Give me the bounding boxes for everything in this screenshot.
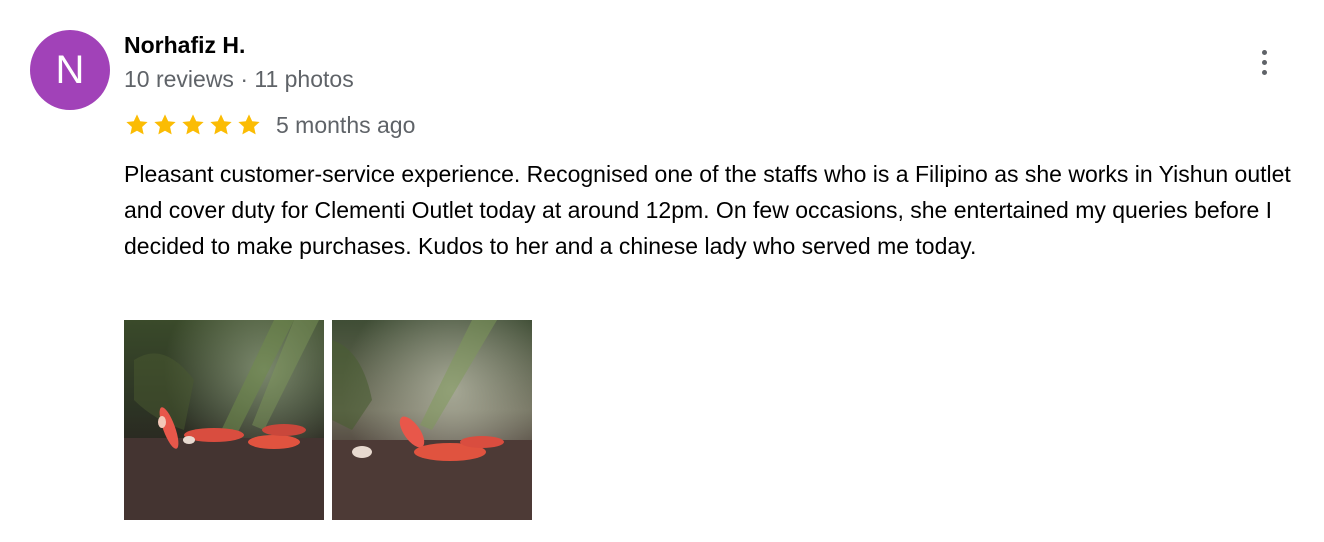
review-date: 5 months ago bbox=[276, 112, 416, 138]
star-icon bbox=[154, 114, 176, 135]
more-options-button[interactable] bbox=[1248, 44, 1280, 80]
photo-thumbnail-icon bbox=[124, 320, 324, 520]
star-icon bbox=[182, 114, 204, 135]
more-vert-icon-dot bbox=[1261, 59, 1267, 65]
review-text: Pleasant customer-service experience. Re… bbox=[124, 161, 1291, 259]
more-vert-icon-dot bbox=[1261, 69, 1267, 75]
star-rating bbox=[124, 112, 262, 138]
author-meta: 10 reviews · 11 photos bbox=[124, 66, 354, 92]
review-photo-1[interactable] bbox=[124, 320, 324, 520]
review-photo-2[interactable] bbox=[332, 320, 532, 520]
photo-thumbnail-icon bbox=[332, 320, 532, 520]
rating-row: 5 months ago bbox=[124, 110, 415, 140]
review-photos bbox=[124, 320, 532, 520]
star-icon bbox=[126, 114, 148, 135]
author-avatar[interactable]: N bbox=[30, 30, 110, 110]
star-icon bbox=[238, 114, 260, 135]
avatar-initial: N bbox=[55, 47, 85, 92]
star-icon bbox=[210, 114, 232, 135]
review-card: N Norhafiz H. 10 reviews · 11 photos 5 m… bbox=[0, 0, 1324, 542]
author-name[interactable]: Norhafiz H. bbox=[124, 30, 245, 60]
more-vert-icon bbox=[1261, 49, 1267, 55]
